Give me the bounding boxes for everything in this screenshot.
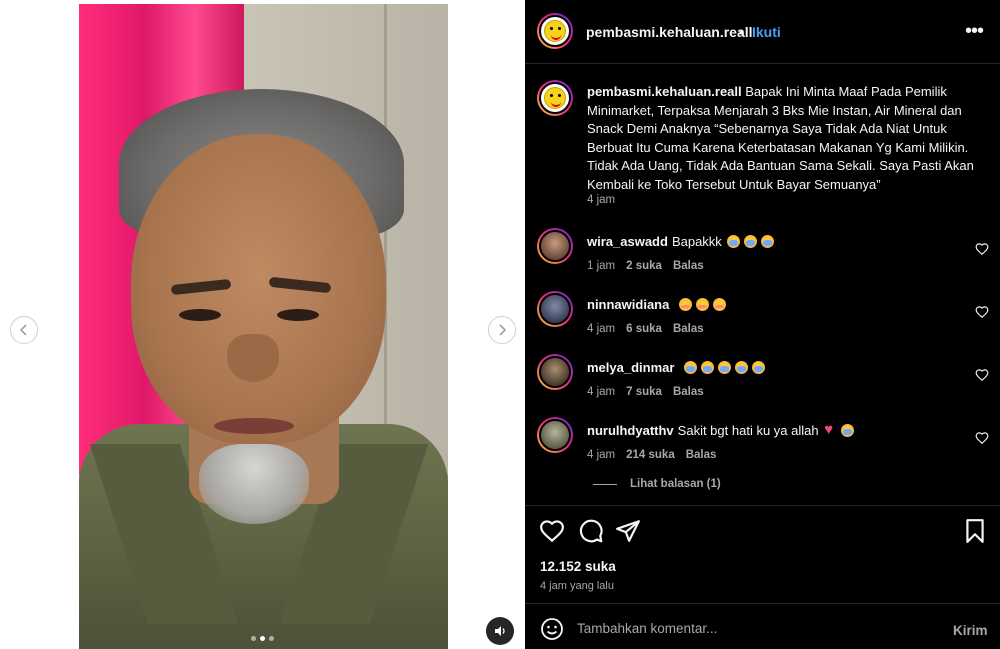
crying-emoji-icon	[841, 424, 855, 437]
crying-emoji-icon	[735, 361, 749, 374]
comment-likes[interactable]: 214 suka	[626, 449, 675, 461]
eye-right	[277, 309, 319, 321]
comment-time: 4 jam	[587, 449, 616, 461]
crying-emoji-icon	[718, 361, 732, 374]
author-username[interactable]: pembasmi.kehaluan.reall	[586, 24, 753, 40]
post-sidebar: pembasmi.kehaluan.reall • Ikuti ••• pemb…	[525, 0, 1000, 649]
beard	[199, 444, 309, 524]
reply-button[interactable]: Balas	[673, 386, 704, 398]
caption-timestamp: 4 jam	[587, 194, 616, 206]
avatar[interactable]	[537, 417, 573, 453]
send-icon[interactable]	[615, 518, 641, 544]
comment-meta: 4 jam 214 suka Balas	[587, 449, 727, 461]
comment-username[interactable]: ninnawidiana	[587, 297, 669, 312]
mouth	[214, 418, 294, 434]
speaker-icon[interactable]	[486, 617, 514, 645]
crying-emoji-icon	[752, 361, 766, 374]
heart-icon[interactable]	[975, 305, 989, 319]
crying-emoji-icon	[727, 235, 741, 248]
separator-dot: •	[739, 24, 744, 40]
comment-text: melya_dinmar	[587, 360, 767, 375]
comment-meta: 4 jam 6 suka Balas	[587, 323, 715, 335]
chevron-right-icon[interactable]	[488, 316, 516, 344]
flushed-emoji-icon	[678, 298, 692, 311]
comment-likes[interactable]: 6 suka	[626, 323, 662, 335]
comment-item: wira_aswadd Bapakkk 1 jam 2 suka Balas	[525, 228, 1000, 284]
heart-icon[interactable]	[539, 518, 565, 544]
flushed-emoji-icon	[695, 298, 709, 311]
comment-username[interactable]: nurulhdyatthv	[587, 423, 674, 438]
likes-count[interactable]: 12.152 suka	[540, 559, 616, 574]
comment-likes[interactable]: 7 suka	[626, 386, 662, 398]
comment-item: melya_dinmar 4 jam 7 suka Balas	[525, 354, 1000, 410]
heart-icon[interactable]	[975, 368, 989, 382]
avatar[interactable]	[537, 354, 573, 390]
carousel-dot	[251, 636, 256, 641]
video-frame[interactable]	[79, 4, 448, 649]
comment-time: 4 jam	[587, 323, 616, 335]
heart-icon[interactable]	[975, 431, 989, 445]
comment-meta: 1 jam 2 suka Balas	[587, 260, 715, 272]
comment-icon[interactable]	[578, 518, 604, 544]
avatar[interactable]	[537, 291, 573, 327]
post-header: pembasmi.kehaluan.reall • Ikuti •••	[525, 0, 1000, 64]
comment-username[interactable]: wira_aswadd	[587, 234, 668, 249]
profile-logo	[544, 87, 566, 109]
comment-input[interactable]	[577, 614, 937, 642]
comment-time: 4 jam	[587, 386, 616, 398]
comment-text: wira_aswadd Bapakkk	[587, 234, 776, 249]
caption-username[interactable]: pembasmi.kehaluan.reall	[587, 84, 742, 99]
comment-meta: 4 jam 7 suka Balas	[587, 386, 715, 398]
broken-heart-emoji-icon	[824, 421, 837, 438]
post-media	[0, 0, 525, 649]
divider	[525, 505, 1000, 506]
crying-emoji-icon	[744, 235, 758, 248]
comment-text: nurulhdyatthv Sakit bgt hati ku ya allah	[587, 421, 856, 438]
comment-text: ninnawidiana	[587, 297, 728, 312]
comment-item: ninnawidiana 4 jam 6 suka Balas	[525, 291, 1000, 347]
follow-button[interactable]: Ikuti	[752, 24, 781, 40]
emoji-icon[interactable]	[540, 617, 564, 641]
comment-composer: Kirim	[525, 603, 1000, 649]
comment-body: Bapakkk	[671, 234, 722, 249]
reply-button[interactable]: Balas	[673, 260, 704, 272]
chevron-left-icon[interactable]	[10, 316, 38, 344]
carousel-dot	[269, 636, 274, 641]
posted-time: 4 jam yang lalu	[540, 580, 614, 592]
carousel-dots	[251, 636, 274, 641]
view-replies-label: Lihat balasan (1)	[630, 478, 721, 490]
comment-username[interactable]: melya_dinmar	[587, 360, 674, 375]
profile-logo	[544, 20, 566, 42]
avatar[interactable]	[537, 13, 573, 49]
bookmark-icon[interactable]	[962, 518, 988, 544]
face	[131, 134, 386, 444]
avatar[interactable]	[537, 228, 573, 264]
crying-emoji-icon	[761, 235, 775, 248]
avatar[interactable]	[537, 80, 573, 116]
carousel-dot-active	[260, 636, 265, 641]
crying-emoji-icon	[701, 361, 715, 374]
caption-text: pembasmi.kehaluan.reall Bapak Ini Minta …	[587, 83, 982, 194]
heart-icon[interactable]	[975, 242, 989, 256]
nose	[227, 334, 279, 382]
replies-line	[593, 483, 617, 485]
reply-button[interactable]: Balas	[686, 449, 717, 461]
flushed-emoji-icon	[712, 298, 726, 311]
comment-time: 1 jam	[587, 260, 616, 272]
caption-body: Bapak Ini Minta Maaf Pada Pemilik Minima…	[587, 84, 974, 192]
comment-item: nurulhdyatthv Sakit bgt hati ku ya allah …	[525, 417, 1000, 473]
instagram-post-viewer: pembasmi.kehaluan.reall • Ikuti ••• pemb…	[0, 0, 1000, 649]
post-comment-button[interactable]: Kirim	[953, 623, 988, 638]
crying-emoji-icon	[684, 361, 698, 374]
comment-likes[interactable]: 2 suka	[626, 260, 662, 272]
reply-button[interactable]: Balas	[673, 323, 704, 335]
view-replies-button[interactable]: Lihat balasan (1)	[593, 478, 721, 490]
more-options-icon[interactable]: •••	[965, 20, 984, 43]
eye-left	[179, 309, 221, 321]
comment-body: Sakit bgt hati ku ya allah	[677, 423, 819, 438]
